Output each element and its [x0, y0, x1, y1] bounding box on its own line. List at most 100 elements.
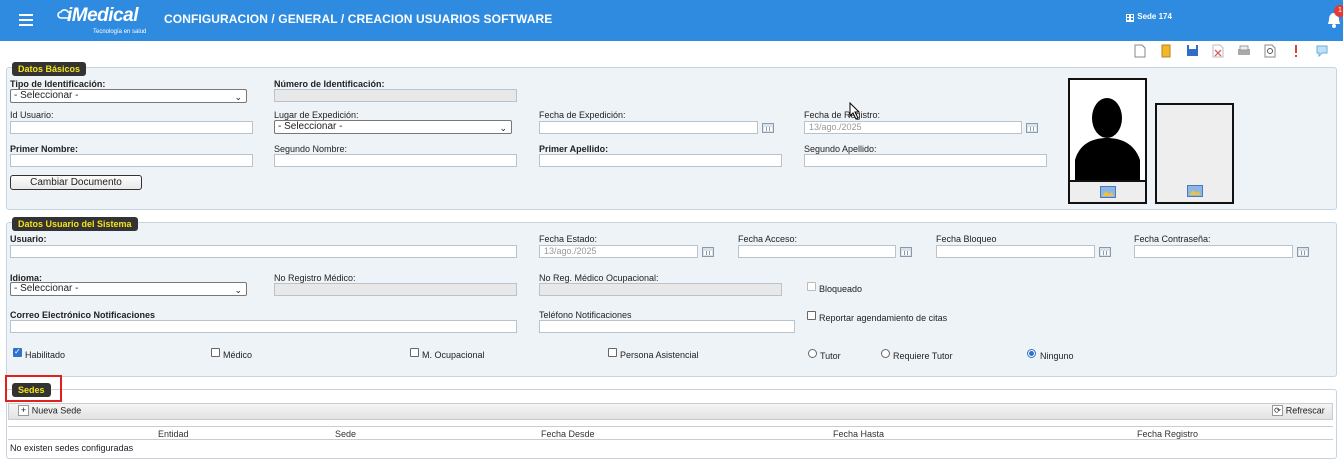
tutor-label: Tutor — [820, 351, 841, 361]
calendar-icon[interactable] — [900, 247, 912, 257]
fecha-registro-label: Fecha de Registro: — [804, 110, 881, 120]
cambiar-documento-button[interactable]: Cambiar Documento — [10, 175, 142, 190]
reportar-agendamiento-label: Reportar agendamiento de citas — [819, 313, 948, 323]
chevron-down-icon: ⌄ — [234, 285, 242, 295]
logo-name: iMedical — [67, 5, 138, 26]
no-reg-medico-ocupacional-input[interactable] — [539, 283, 782, 296]
sede-label: Sede 174 — [1137, 12, 1172, 22]
segundo-nombre-input[interactable] — [274, 154, 517, 167]
attach-icon[interactable] — [1153, 42, 1179, 59]
calendar-icon[interactable] — [702, 247, 714, 257]
no-registro-medico-input[interactable] — [274, 283, 517, 296]
requiere-tutor-radio[interactable] — [881, 349, 890, 358]
sedes-grid-toolbar — [8, 403, 1333, 420]
usuario-label: Usuario: — [10, 234, 47, 244]
sedes-legend: Sedes — [12, 383, 51, 397]
print-icon[interactable] — [1231, 42, 1257, 59]
lugar-expedicion-value: - Seleccionar - — [278, 121, 343, 132]
column-header[interactable]: Sede — [335, 429, 356, 439]
image-upload-icon[interactable] — [1187, 185, 1203, 197]
fecha-contrasena-input[interactable] — [1134, 245, 1293, 258]
notification-badge: 1 — [1334, 5, 1343, 17]
bloqueado-checkbox[interactable] — [807, 282, 816, 291]
empty-grid-message: No existen sedes configuradas — [10, 443, 134, 453]
datos-basicos-legend: Datos Básicos — [12, 62, 87, 76]
search-document-icon[interactable] — [1257, 42, 1283, 59]
calendar-icon[interactable] — [762, 123, 774, 133]
fecha-contrasena-label: Fecha Contraseña: — [1134, 234, 1211, 244]
usuario-input[interactable] — [10, 245, 517, 258]
delete-icon[interactable] — [1205, 42, 1231, 59]
column-header[interactable]: Fecha Hasta — [833, 429, 884, 439]
ninguno-label: Ninguno — [1040, 351, 1074, 361]
correo-notificaciones-input[interactable] — [10, 320, 517, 333]
action-toolbar — [1127, 42, 1335, 60]
calendar-icon[interactable] — [1297, 247, 1309, 257]
sede-indicator[interactable]: Sede 174 — [1125, 12, 1172, 22]
nueva-sede-label: Nueva Sede — [31, 405, 82, 416]
medico-label: Médico — [223, 350, 253, 360]
reportar-agendamiento-checkbox[interactable] — [807, 311, 816, 320]
cursor-icon — [849, 102, 861, 120]
no-reg-medico-ocupacional-label: No Reg. Médico Ocupacional: — [539, 273, 659, 283]
primer-apellido-label: Primer Apellido: — [539, 144, 609, 154]
save-icon[interactable] — [1179, 42, 1205, 59]
column-header[interactable]: Fecha Registro — [1137, 429, 1198, 439]
refrescar-label: Refrescar — [1285, 405, 1325, 416]
lugar-expedicion-select[interactable]: - Seleccionar - ⌄ — [274, 120, 512, 134]
fecha-registro-input[interactable]: 13/ago./2025 — [804, 121, 1022, 134]
tutor-radio[interactable] — [808, 349, 817, 358]
column-header[interactable]: Fecha Desde — [541, 429, 595, 439]
fecha-bloqueo-input[interactable] — [936, 245, 1095, 258]
nueva-sede-button[interactable]: + Nueva Sede — [18, 405, 81, 418]
chevron-down-icon: ⌄ — [234, 92, 242, 102]
medico-checkbox[interactable] — [211, 348, 220, 357]
new-document-icon[interactable] — [1127, 42, 1153, 59]
segundo-apellido-input[interactable] — [804, 154, 1047, 167]
id-usuario-input[interactable] — [10, 121, 253, 134]
image-upload-icon[interactable] — [1100, 186, 1116, 198]
telefono-notificaciones-label: Teléfono Notificaciones — [539, 310, 632, 320]
alert-icon[interactable] — [1283, 42, 1309, 59]
signature-photo[interactable] — [1155, 103, 1234, 204]
primer-nombre-input[interactable] — [10, 154, 253, 167]
user-photo[interactable] — [1068, 78, 1147, 204]
calendar-icon[interactable] — [1026, 123, 1038, 133]
fecha-expedicion-input[interactable] — [539, 121, 758, 134]
fecha-bloqueo-label: Fecha Bloqueo — [936, 234, 997, 244]
sedes-grid-header: Entidad Sede Fecha Desde Fecha Hasta Fec… — [8, 426, 1333, 440]
top-navbar: iMedical Tecnología en salud CONFIGURACI… — [0, 0, 1343, 41]
tipo-identificacion-label: Tipo de Identificación: — [10, 79, 106, 89]
sedes-section — [6, 389, 1337, 459]
logo-tagline: Tecnología en salud — [93, 29, 147, 35]
segundo-nombre-label: Segundo Nombre: — [274, 144, 348, 154]
numero-identificacion-input[interactable] — [274, 89, 517, 102]
persona-asistencial-checkbox[interactable] — [608, 348, 617, 357]
fecha-acceso-label: Fecha Acceso: — [738, 234, 798, 244]
m-ocupacional-checkbox[interactable] — [410, 348, 419, 357]
ninguno-radio[interactable] — [1027, 349, 1036, 358]
help-icon[interactable] — [1309, 42, 1335, 59]
plus-icon: + — [18, 405, 29, 416]
numero-identificacion-label: Número de Identificación: — [274, 79, 385, 89]
fecha-estado-input[interactable]: 13/ago./2025 — [539, 245, 698, 258]
column-header[interactable]: Entidad — [158, 429, 189, 439]
tipo-identificacion-select[interactable]: - Seleccionar - ⌄ — [10, 89, 247, 103]
menu-icon[interactable] — [19, 14, 33, 26]
calendar-icon[interactable] — [1099, 247, 1111, 257]
telefono-notificaciones-input[interactable] — [539, 320, 795, 333]
chevron-down-icon: ⌄ — [499, 123, 507, 133]
fecha-acceso-input[interactable] — [738, 245, 896, 258]
idioma-select[interactable]: - Seleccionar - ⌄ — [10, 282, 247, 296]
no-registro-medico-label: No Registro Médico: — [274, 273, 356, 283]
fecha-estado-label: Fecha Estado: — [539, 234, 598, 244]
idioma-value: - Seleccionar - — [14, 283, 79, 294]
primer-apellido-input[interactable] — [539, 154, 782, 167]
building-icon — [1126, 14, 1134, 22]
refrescar-button[interactable]: ⟳ Refrescar — [1272, 405, 1325, 418]
segundo-apellido-label: Segundo Apellido: — [804, 144, 877, 154]
persona-asistencial-label: Persona Asistencial — [620, 350, 699, 360]
tipo-identificacion-value: - Seleccionar - — [14, 90, 79, 101]
habilitado-checkbox[interactable] — [13, 347, 22, 357]
person-silhouette-icon — [1075, 98, 1140, 180]
